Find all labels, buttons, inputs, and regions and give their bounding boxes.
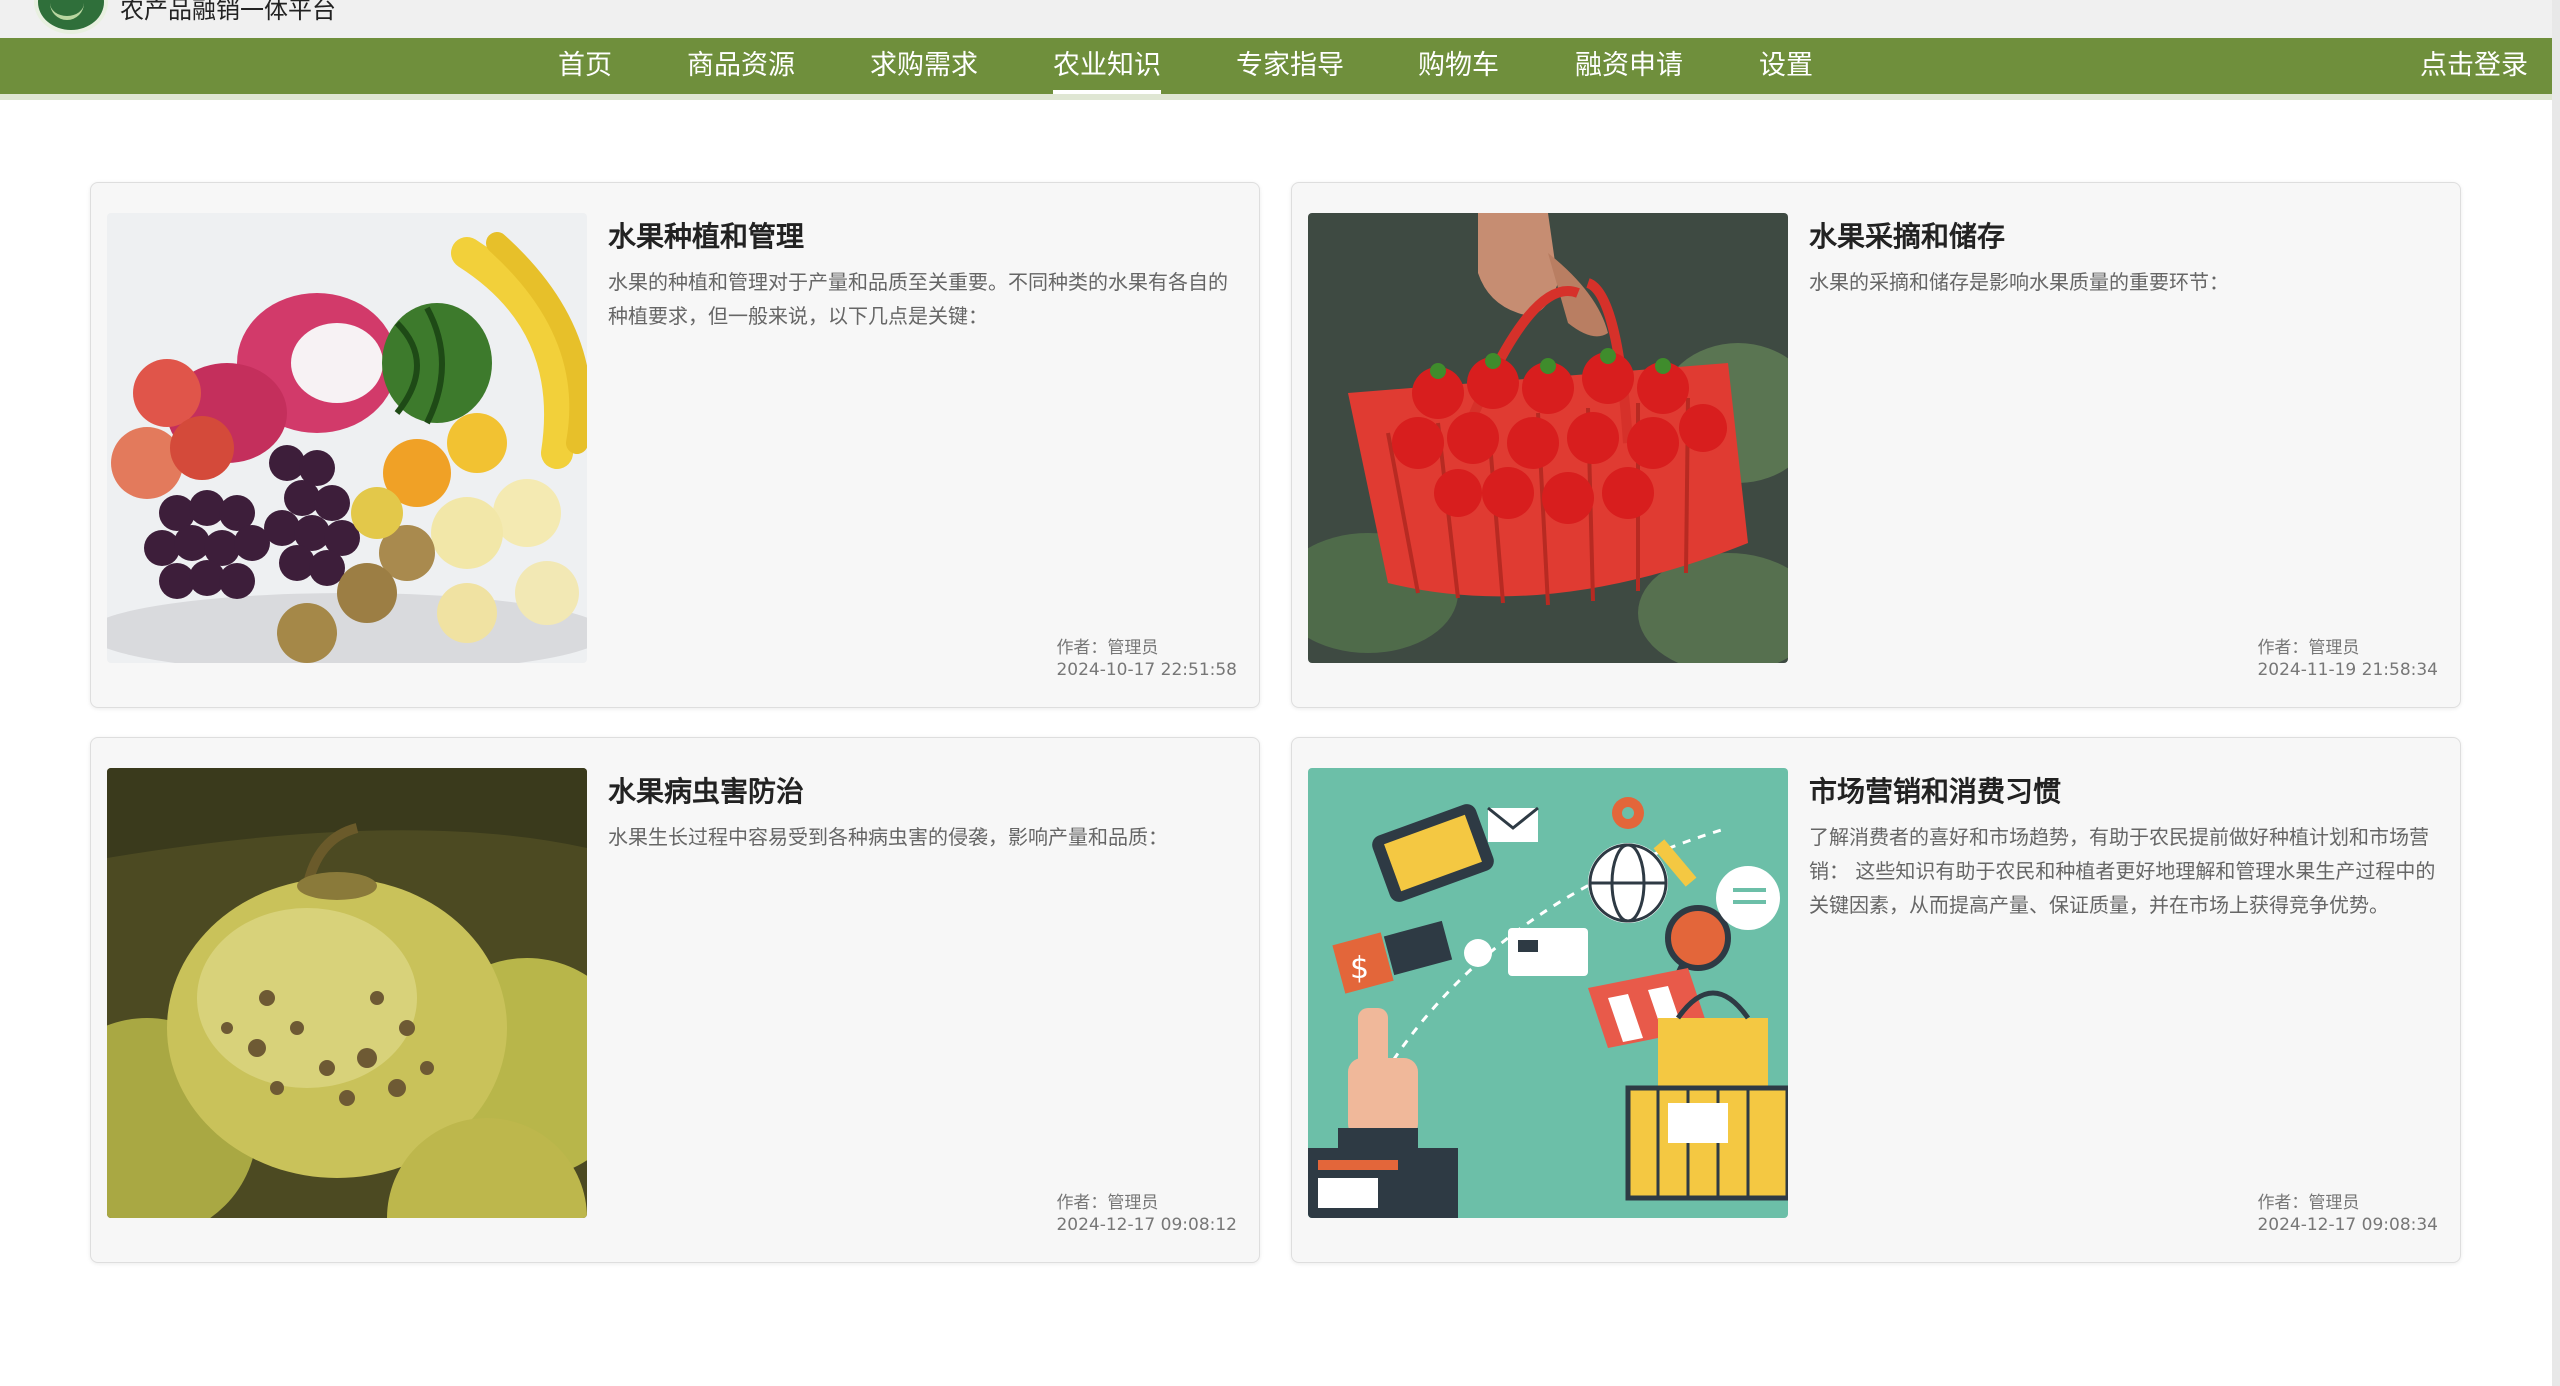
article-author: 作者：管理员 bbox=[1056, 1193, 1159, 1213]
article-title[interactable]: 水果种植和管理 bbox=[608, 215, 804, 255]
svg-text:$: $ bbox=[1350, 951, 1369, 986]
article-summary: 水果的种植和管理对于产量和品质至关重要。不同种类的水果有各自的种植要求，但一般来… bbox=[608, 270, 1228, 328]
nav-item-home[interactable]: 首页 bbox=[558, 38, 612, 94]
nav-item-purchase-demand[interactable]: 求购需求 bbox=[870, 38, 978, 94]
strawberry-basket-image bbox=[1308, 213, 1788, 663]
nav-item-cart[interactable]: 购物车 bbox=[1418, 38, 1499, 94]
nav-item-agri-knowledge[interactable]: 农业知识 bbox=[1053, 38, 1161, 94]
nav-item-products[interactable]: 商品资源 bbox=[687, 38, 795, 94]
platform-logo bbox=[34, 0, 108, 34]
login-link[interactable]: 点击登录 bbox=[2420, 38, 2528, 94]
article-title[interactable]: 水果采摘和储存 bbox=[1809, 215, 2005, 255]
article-meta: 作者：管理员 2024-12-17 09:08:34 bbox=[2257, 1192, 2438, 1236]
article-date: 2024-10-17 22:51:58 bbox=[1056, 660, 1237, 680]
article-title[interactable]: 水果病虫害防治 bbox=[608, 770, 804, 810]
article-card[interactable]: 水果种植和管理 水果的种植和管理对于产量和品质至关重要。不同种类的水果有各自的种… bbox=[90, 182, 1260, 708]
article-card[interactable]: 水果采摘和储存 水果的采摘和储存是影响水果质量的重要环节： 作者：管理员 202… bbox=[1291, 182, 2461, 708]
nav-item-expert-guidance[interactable]: 专家指导 bbox=[1236, 38, 1344, 94]
page-scrollbar[interactable] bbox=[2552, 0, 2560, 1386]
article-summary: 水果的采摘和储存是影响水果质量的重要环节： bbox=[1809, 270, 2229, 294]
top-header: 农产品融销一体平台 bbox=[0, 0, 2560, 38]
article-summary: 了解消费者的喜好和市场趋势，有助于农民提前做好种植计划和市场营销： 这些知识有助… bbox=[1809, 825, 2436, 917]
fruit-assortment-image bbox=[107, 213, 587, 663]
article-author: 作者：管理员 bbox=[2257, 1193, 2360, 1213]
article-author: 作者：管理员 bbox=[2257, 638, 2360, 658]
main-navigation: 首页 商品资源 求购需求 农业知识 专家指导 购物车 融资申请 设置 点击登录 bbox=[0, 38, 2552, 100]
article-card[interactable]: 水果病虫害防治 水果生长过程中容易受到各种病虫害的侵袭，影响产量和品质： 作者：… bbox=[90, 737, 1260, 1263]
article-card[interactable]: $ 市场营销和消费习惯 了解消费者的喜好和市场趋势，有助于农民提前做好种植计划和… bbox=[1291, 737, 2461, 1263]
article-date: 2024-12-17 09:08:34 bbox=[2257, 1215, 2438, 1235]
article-meta: 作者：管理员 2024-11-19 21:58:34 bbox=[2257, 637, 2438, 681]
article-summary: 水果生长过程中容易受到各种病虫害的侵袭，影响产量和品质： bbox=[608, 825, 1168, 849]
site-title: 农产品融销一体平台 bbox=[120, 0, 336, 24]
article-title[interactable]: 市场营销和消费习惯 bbox=[1809, 770, 2061, 810]
article-date: 2024-11-19 21:58:34 bbox=[2257, 660, 2438, 680]
nav-item-settings[interactable]: 设置 bbox=[1759, 38, 1813, 94]
marketing-illustration-image: $ bbox=[1308, 768, 1788, 1218]
article-author: 作者：管理员 bbox=[1056, 638, 1159, 658]
article-meta: 作者：管理员 2024-10-17 22:51:58 bbox=[1056, 637, 1237, 681]
nav-item-financing[interactable]: 融资申请 bbox=[1575, 38, 1683, 94]
article-meta: 作者：管理员 2024-12-17 09:08:12 bbox=[1056, 1192, 1237, 1236]
diseased-fruit-image bbox=[107, 768, 587, 1218]
article-date: 2024-12-17 09:08:12 bbox=[1056, 1215, 1237, 1235]
